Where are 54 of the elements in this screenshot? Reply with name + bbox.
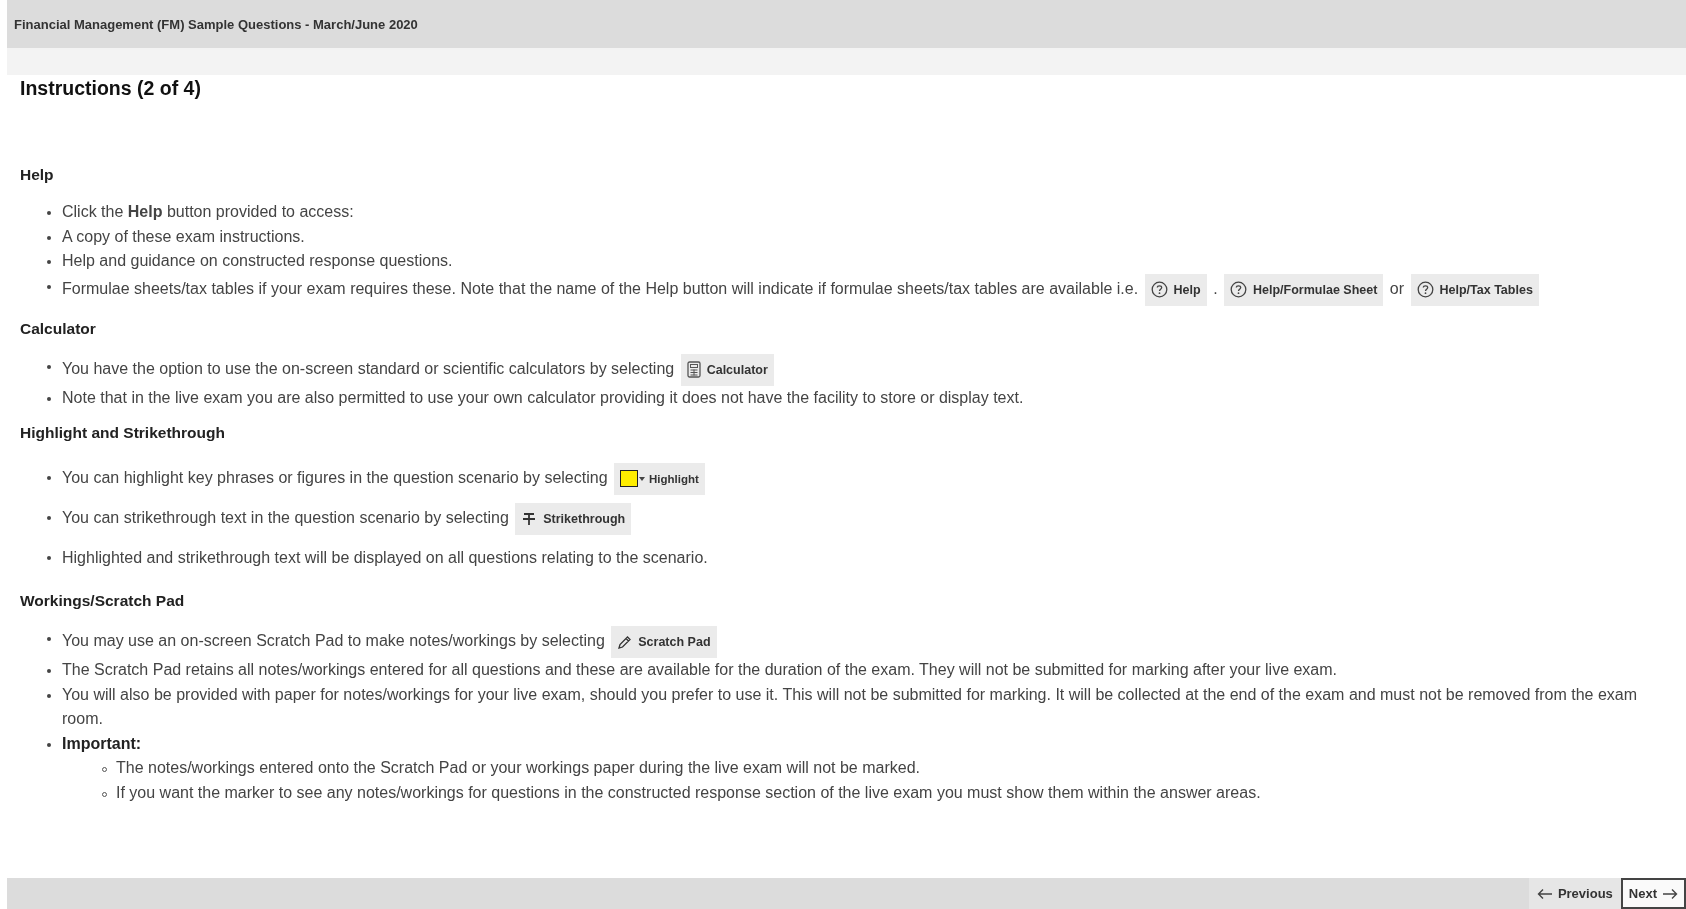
instruction-text: If you want the marker to see any notes/workings for questions in the constructed response section of the live exam you must show them within the answer areas. [116, 783, 1261, 801]
previous-button[interactable]: Previous [1528, 878, 1621, 909]
scratch-pad-button-sample: Scratch Pad [611, 626, 717, 658]
bullet-icon [47, 669, 51, 673]
instruction-text: . [1213, 279, 1218, 297]
section-heading: Help [20, 166, 55, 184]
section-heading: Highlight and Strikethrough [20, 424, 226, 442]
exam-title: Financial Management (FM) Sample Questions - March/June 2020 [14, 16, 418, 32]
section-heading: Calculator [20, 319, 97, 338]
caret-icon [639, 476, 645, 481]
right-arrow-icon [1662, 887, 1678, 900]
instruction-text: or [1389, 279, 1405, 297]
bullet-icon [47, 742, 51, 747]
bullet-icon [47, 284, 51, 289]
help-button-sample: Help/Formulae Sheet [1224, 273, 1384, 306]
help-icon [1416, 281, 1434, 298]
pencil-icon [617, 634, 633, 650]
bullet-icon [47, 556, 51, 560]
instruction-text: You have the option to use the on-screen standard or scientific calculators by selecting [62, 359, 675, 377]
bullet-icon [47, 235, 51, 240]
strikethrough-icon [521, 510, 538, 527]
bullet-icon [47, 637, 51, 641]
instruction-text: Click the Help button provided to access: [62, 203, 354, 220]
instruction-text: The notes/workings entered onto the Scratch Pad or your workings paper during the live exam will not be marked. [116, 759, 920, 776]
bullet-icon [47, 260, 51, 264]
bullet-icon [47, 693, 51, 698]
instruction-text: Highlighted and strikethrough text will be displayed on all questions relating to the scenario. [62, 549, 708, 566]
instruction-text: The Scratch Pad retains all notes/workings entered for all questions and these are available for the duration of the exam. They will not be submitted for marking after your live exam. [62, 661, 1338, 678]
help-button-sample: Help [1144, 273, 1207, 306]
instruction-text: Formulae sheets/tax tables if your exam requires these. Note that the name of the Help button will indicate if formulae sheets/tax tables are available i.e. [62, 279, 1139, 297]
bullet-icon [47, 364, 51, 369]
instruction-text: You may use an on-screen Scratch Pad to make notes/workings by selecting [62, 632, 605, 650]
bullet-icon [47, 516, 51, 520]
instruction-text: Note that in the live exam you are also permitted to use your own calculator providing it does not have the facility to store or display text. [62, 388, 1024, 406]
left-arrow-icon [1536, 887, 1553, 900]
help-button-sample: Help/Tax Tables [1410, 273, 1539, 306]
bullet-icon [47, 396, 51, 401]
bullet-icon [47, 211, 51, 215]
calculator-button-sample: Calculator [680, 353, 774, 386]
bullet-icon [47, 476, 51, 480]
help-icon [1230, 281, 1248, 298]
instruction-text: You can strikethrough text in the question scenario by selecting [62, 509, 509, 526]
highlight-button-sample: Highlight [614, 462, 705, 495]
instruction-text: You can highlight key phrases or figures in the question scenario by selecting [62, 469, 608, 486]
page-title: Instructions (2 of 4) [20, 77, 202, 100]
instruction-text: A copy of these exam instructions. [62, 227, 305, 245]
instruction-text: You will also be provided with paper for notes/workings for your live exam, should you prefer to use it. This will not be submitted for marking. It will be collected at the end of the exam and must not be removed from the exam room. [62, 685, 1637, 727]
calculator-icon [686, 361, 701, 378]
strikethrough-button-sample: Strikethrough [515, 502, 632, 535]
instruction-text: Important: [62, 734, 142, 752]
instruction-text: Help and guidance on constructed response questions. [62, 252, 453, 269]
help-icon [1150, 281, 1168, 298]
next-button[interactable]: Next [1620, 878, 1686, 909]
section-heading: Workings/Scratch Pad [20, 592, 186, 610]
